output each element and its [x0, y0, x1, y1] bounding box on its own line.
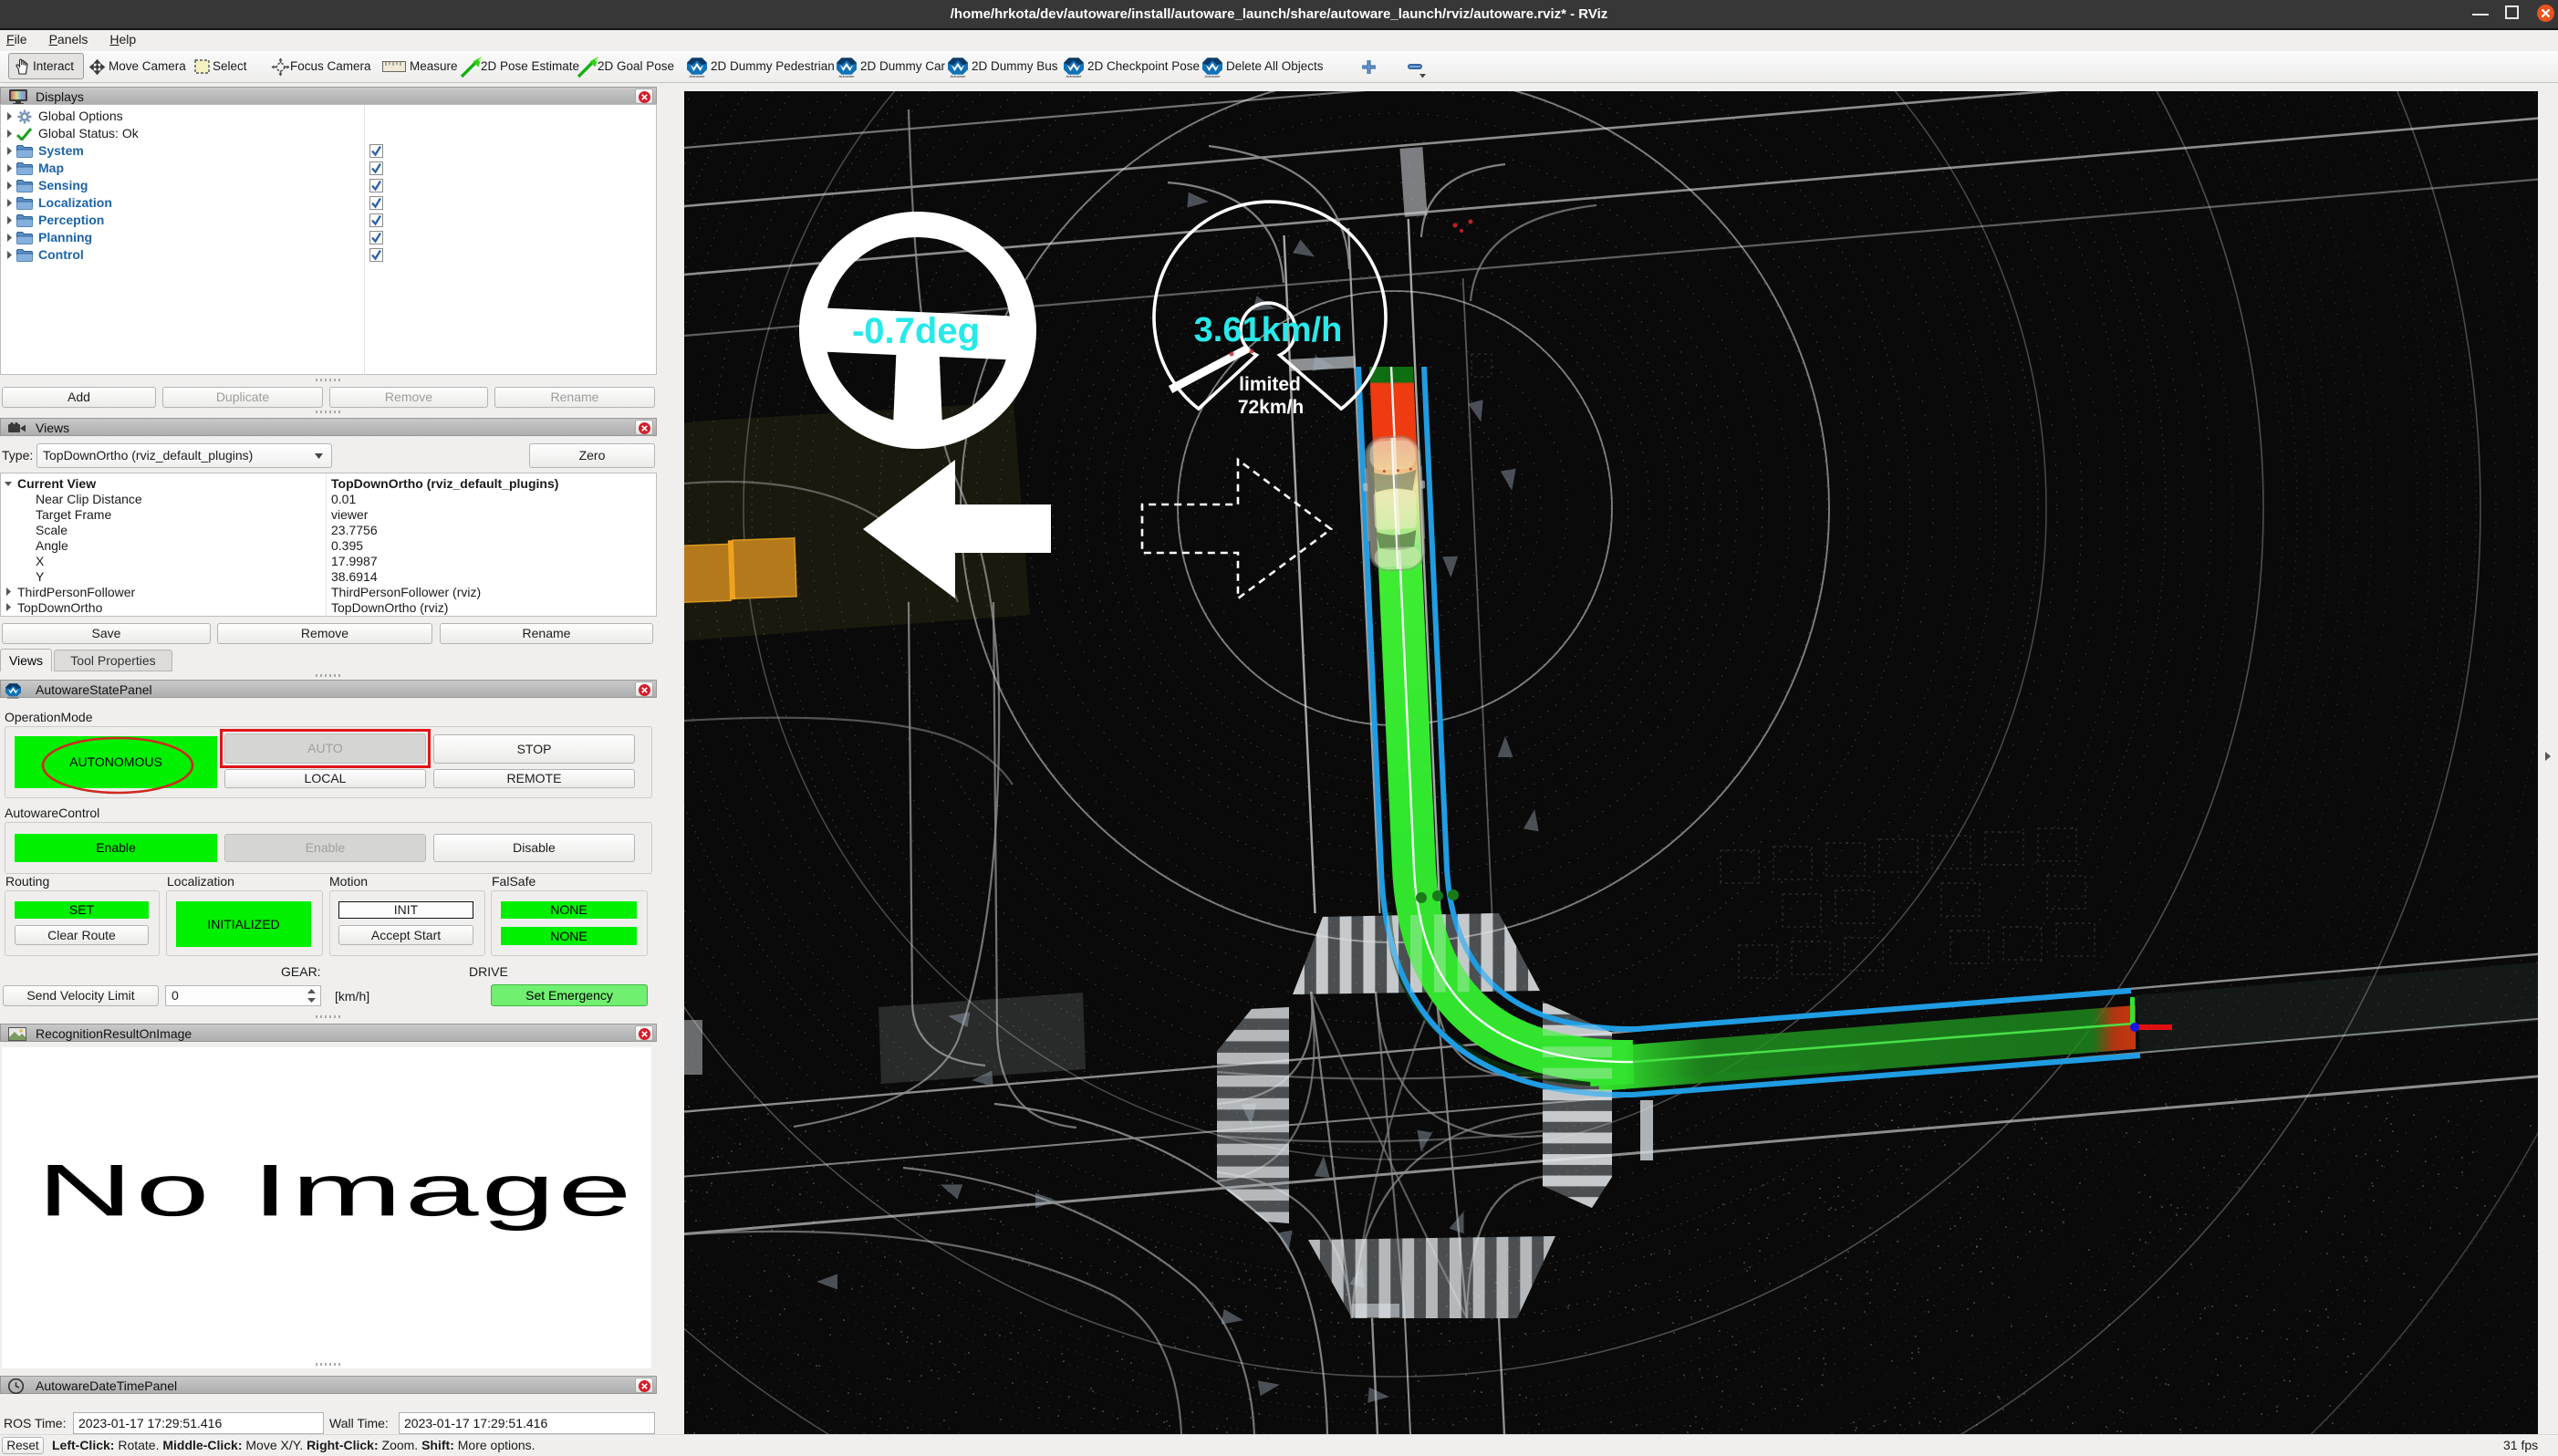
- svg-text:Autoware: Autoware: [690, 74, 706, 78]
- svg-text:Autoware: Autoware: [951, 74, 967, 78]
- svg-text:-0.7deg: -0.7deg: [852, 311, 980, 351]
- svg-text:Autoware: Autoware: [839, 74, 856, 78]
- svg-text:Autoware: Autoware: [7, 696, 19, 700]
- svg-text:Autoware: Autoware: [1066, 74, 1083, 78]
- svg-text:72km/h: 72km/h: [1238, 397, 1304, 418]
- svg-text:Autoware: Autoware: [1205, 74, 1222, 78]
- svg-text:3.61km/h: 3.61km/h: [1194, 311, 1343, 349]
- svg-text:limited: limited: [1239, 374, 1301, 395]
